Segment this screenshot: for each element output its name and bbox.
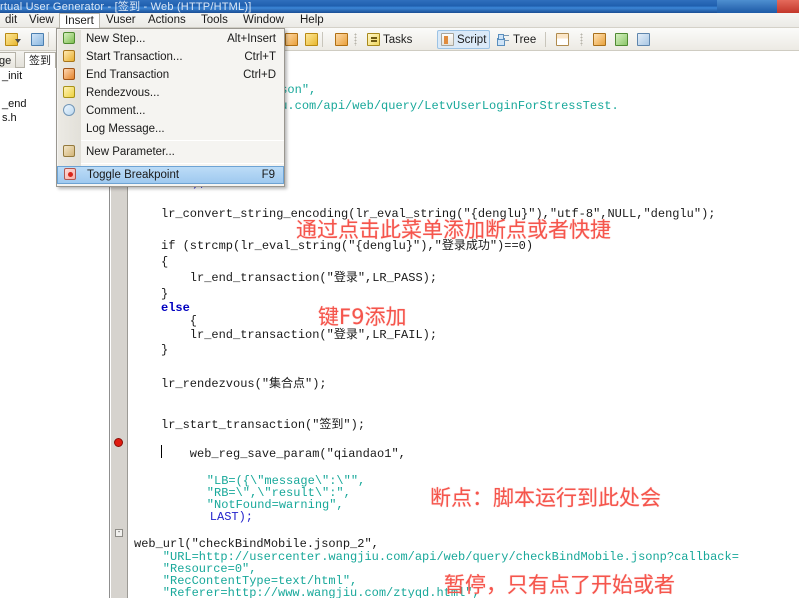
menu-item-toggle-breakpoint-label: Toggle Breakpoint bbox=[87, 169, 180, 181]
annotation-breakpoint-menu: 通过点击此菜单添加断点或者快捷 键F9添加 bbox=[296, 158, 611, 390]
menu-item-rendezvous-label: Rendezvous... bbox=[86, 87, 160, 99]
menu-item-view[interactable]: View bbox=[24, 13, 59, 28]
menu-item-log-message[interactable]: Log Message... bbox=[57, 120, 284, 138]
menu-item-start-transaction[interactable]: Start Transaction... Ctrl+T bbox=[57, 48, 284, 66]
new-parameter-icon bbox=[57, 143, 80, 161]
menu-item-end-transaction-label: End Transaction bbox=[86, 69, 170, 81]
window-title-bar: rtual User Generator - [签到 - Web (HTTP/H… bbox=[0, 0, 799, 13]
split-window-button[interactable] bbox=[553, 30, 572, 49]
code-line-11: { bbox=[161, 255, 169, 269]
toolbar-separator-2 bbox=[322, 32, 323, 47]
code-line-25: web_reg_save_param("qiandao1", bbox=[161, 447, 406, 461]
window-title: rtual User Generator - [签到 - Web (HTTP/H… bbox=[0, 1, 252, 13]
menu-item-vuser[interactable]: Vuser bbox=[101, 13, 141, 28]
menu-item-edit[interactable]: dit bbox=[0, 13, 22, 28]
tree-icon bbox=[497, 33, 510, 46]
annotation-breakpoint-menu-line-2: 键F9添加 bbox=[318, 305, 407, 329]
menu-item-help[interactable]: Help bbox=[295, 13, 329, 28]
script-icon bbox=[441, 33, 454, 46]
code-line-15: { bbox=[161, 314, 198, 328]
rendezvous-button[interactable] bbox=[332, 30, 351, 49]
menu-item-new-step-label: New Step... bbox=[86, 33, 146, 45]
snapshot-icon bbox=[593, 33, 606, 46]
script-button[interactable]: Script bbox=[437, 30, 491, 49]
menu-separator-2 bbox=[81, 163, 284, 164]
comment-icon bbox=[57, 102, 80, 120]
start-transaction-icon bbox=[285, 33, 298, 46]
toolbar-grip-2[interactable] bbox=[580, 33, 583, 46]
code-line-23: lr_start_transaction("签到"); bbox=[161, 418, 366, 432]
tasks-label: Tasks bbox=[383, 33, 413, 46]
code-line-17: } bbox=[161, 343, 169, 357]
insert-dropdown-menu: New Step... Alt+Insert Start Transaction… bbox=[56, 28, 285, 187]
code-line-13: } bbox=[161, 287, 169, 301]
breakpoint-marker-icon[interactable] bbox=[114, 438, 123, 447]
menu-item-start-transaction-label: Start Transaction... bbox=[86, 51, 183, 63]
menu-item-start-transaction-shortcut: Ctrl+T bbox=[244, 51, 276, 63]
code-fold-toggle-icon[interactable]: - bbox=[115, 529, 123, 537]
annotation-breakpoint-menu-line-1: 通过点击此菜单添加断点或者快捷 bbox=[296, 218, 611, 242]
tab-qiandao[interactable]: 签到 bbox=[24, 52, 56, 68]
end-transaction-icon bbox=[305, 33, 318, 46]
folder-icon bbox=[5, 33, 21, 46]
menu-item-toggle-breakpoint[interactable]: Toggle Breakpoint F9 bbox=[57, 166, 284, 184]
start-transaction-icon bbox=[57, 48, 80, 66]
thumbnail-icon bbox=[615, 33, 628, 46]
close-icon[interactable] bbox=[777, 0, 799, 13]
menu-item-end-transaction-shortcut: Ctrl+D bbox=[243, 69, 276, 81]
tasks-button[interactable]: Tasks bbox=[364, 30, 415, 49]
menu-item-window[interactable]: Window bbox=[238, 13, 289, 28]
menu-item-comment-label: Comment... bbox=[86, 105, 146, 117]
menu-item-new-step[interactable]: New Step... Alt+Insert bbox=[57, 30, 284, 48]
menu-item-rendezvous[interactable]: Rendezvous... bbox=[57, 84, 284, 102]
menu-item-new-step-shortcut: Alt+Insert bbox=[227, 33, 276, 45]
code-line-36: "Referer=http://www.wangjiu.com/ztyqd.ht… bbox=[134, 586, 480, 598]
save-button[interactable] bbox=[28, 30, 47, 49]
menu-item-actions[interactable]: Actions bbox=[143, 13, 191, 28]
script-label: Script bbox=[457, 33, 487, 46]
tab-ge[interactable]: ge bbox=[0, 52, 17, 68]
menu-item-tools[interactable]: Tools bbox=[196, 13, 233, 28]
new-step-icon bbox=[57, 30, 80, 48]
save-icon bbox=[31, 33, 44, 46]
copy-button[interactable] bbox=[634, 30, 653, 49]
menu-item-new-parameter-label: New Parameter... bbox=[86, 146, 175, 158]
menu-item-insert[interactable]: Insert bbox=[59, 13, 100, 28]
tasks-icon bbox=[367, 33, 380, 46]
rendezvous-icon bbox=[57, 84, 80, 102]
vugen-window: rtual User Generator - [签到 - Web (HTTP/H… bbox=[0, 0, 799, 598]
end-transaction-icon bbox=[57, 66, 80, 84]
menu-item-toggle-breakpoint-shortcut: F9 bbox=[261, 169, 275, 181]
menu-item-end-transaction[interactable]: End Transaction Ctrl+D bbox=[57, 66, 284, 84]
annotation-breakpoint-behavior: 断点：脚本运行到此处会 暂停，只有点了开始或者 F10才会继续执行 bbox=[430, 426, 675, 598]
text-caret bbox=[161, 445, 162, 458]
tree-label: Tree bbox=[513, 33, 537, 46]
open-file-button[interactable] bbox=[2, 30, 21, 49]
menu-item-comment[interactable]: Comment... bbox=[57, 102, 284, 120]
menu-separator bbox=[81, 140, 284, 141]
end-transaction-button[interactable] bbox=[302, 30, 321, 49]
menu-bar: dit View Insert Vuser Actions Tools Wind… bbox=[0, 13, 799, 28]
window-icon bbox=[556, 33, 569, 46]
copy-icon bbox=[637, 33, 650, 46]
rendezvous-icon bbox=[335, 33, 348, 46]
toolbar-separator bbox=[48, 32, 49, 47]
snapshot-button[interactable] bbox=[590, 30, 609, 49]
menu-item-new-parameter[interactable]: New Parameter... bbox=[57, 143, 284, 161]
thumbnail-button[interactable] bbox=[612, 30, 631, 49]
code-line-30: LAST); bbox=[181, 510, 254, 524]
annotation-breakpoint-behavior-line-1: 断点：脚本运行到此处会 bbox=[430, 486, 661, 510]
annotation-breakpoint-behavior-line-2: 暂停，只有点了开始或者 bbox=[444, 573, 675, 597]
toolbar-grip[interactable] bbox=[354, 33, 357, 46]
toolbar-separator-3 bbox=[545, 32, 546, 47]
menu-item-log-message-label: Log Message... bbox=[86, 123, 165, 135]
tree-button[interactable]: Tree bbox=[494, 30, 539, 49]
breakpoint-icon bbox=[58, 166, 81, 184]
